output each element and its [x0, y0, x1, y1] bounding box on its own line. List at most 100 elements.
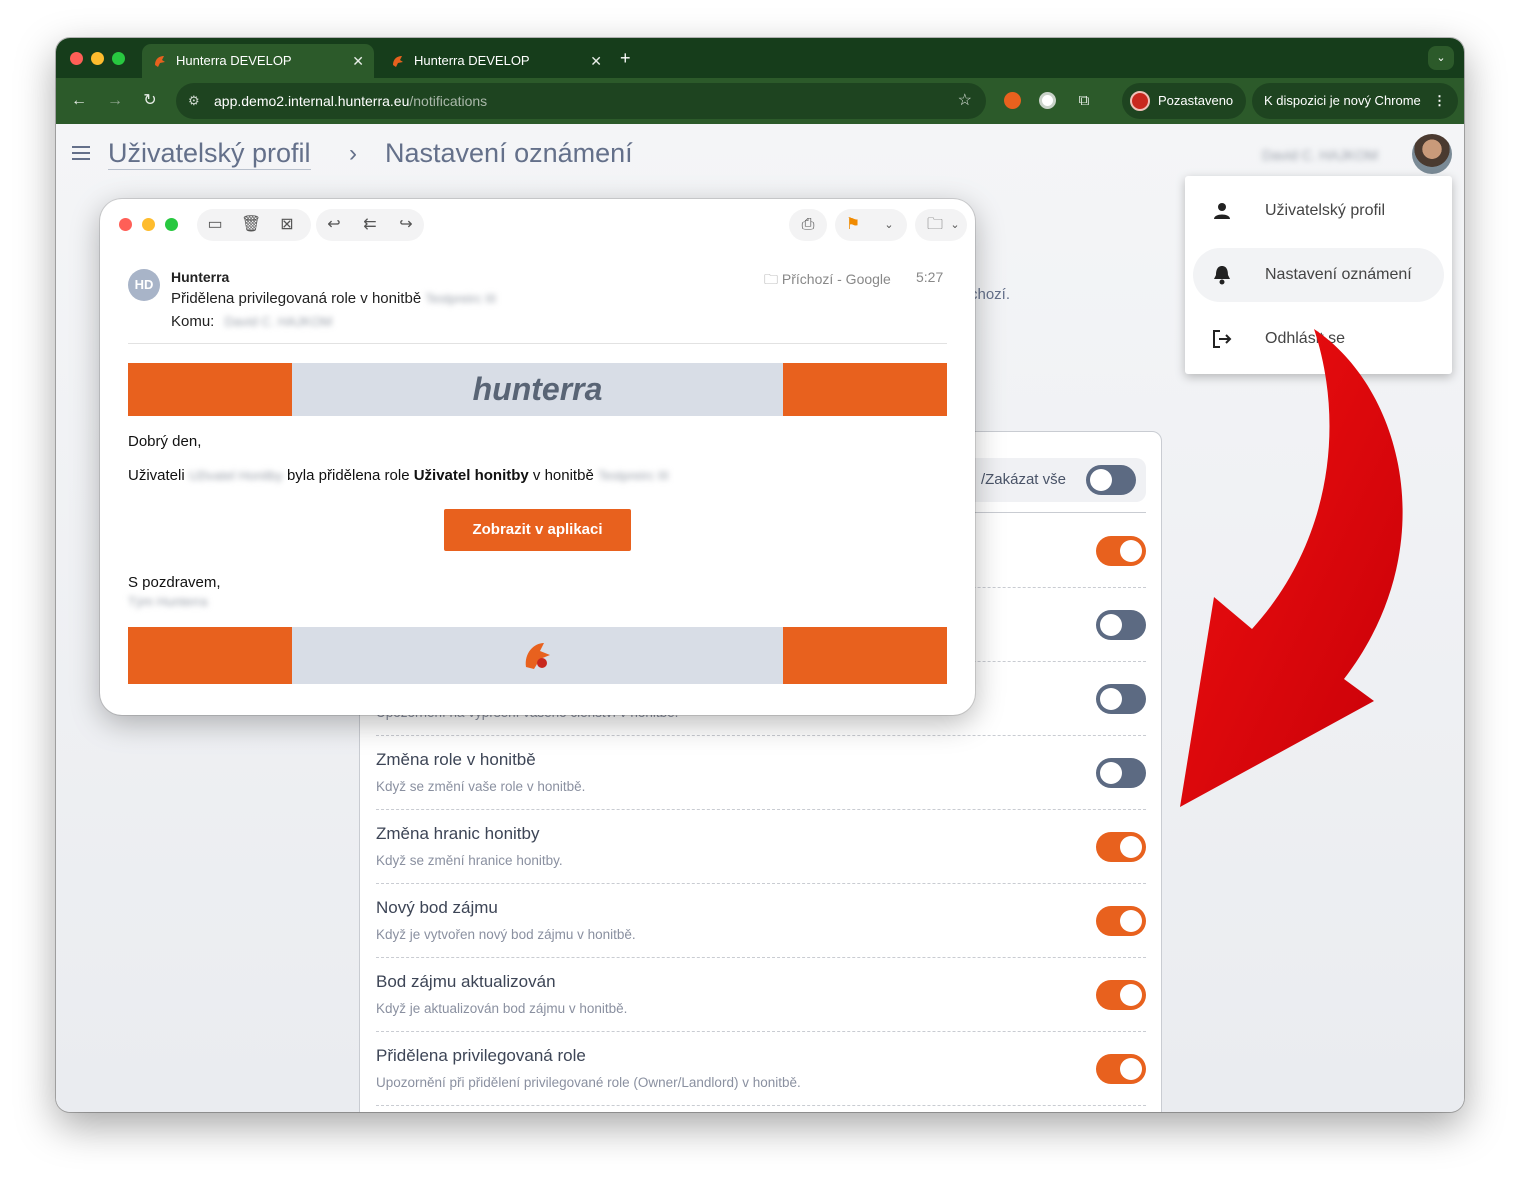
- notification-toggle[interactable]: [1096, 980, 1146, 1010]
- extension-icon[interactable]: [1004, 92, 1021, 109]
- hamburger-menu-icon[interactable]: [72, 146, 90, 160]
- tab-title: Hunterra DEVELOP: [176, 53, 292, 68]
- notification-toggle[interactable]: [1096, 1054, 1146, 1084]
- email-time: 5:27: [916, 269, 944, 285]
- email-subject: Přidělena privilegovaná role v honitbě T…: [171, 290, 497, 307]
- print-icon: ⎙: [801, 216, 815, 233]
- description-text: chozí.: [970, 286, 1011, 303]
- trash-icon[interactable]: 🗑: [241, 216, 261, 234]
- archive-delete-group: ▭ 🗑 ⊠: [197, 209, 311, 241]
- notification-row: Změna hranic honitby Když se změní hranic…: [376, 810, 1146, 884]
- email-recipient: Komu: David C. HAJKOM: [171, 313, 333, 330]
- extensions-puzzle-icon[interactable]: ⧉: [1073, 90, 1095, 112]
- address-bar[interactable]: ⚙ app.demo2.internal.hunterra.eu/notific…: [176, 83, 986, 119]
- update-label: K dispozici je nový Chrome: [1264, 93, 1421, 108]
- breadcrumb-user-profile[interactable]: Uživatelský profil: [108, 138, 311, 170]
- notification-description: Když se změní hranice honitby.: [376, 853, 563, 868]
- url-path: /notifications: [409, 93, 488, 109]
- notification-title: Přidělena privilegovaná role: [376, 1046, 586, 1065]
- reply-group: ↩ ⇇ ↪: [316, 209, 424, 241]
- reply-icon[interactable]: ↩: [324, 216, 344, 234]
- more-menu-icon[interactable]: ⋮: [1433, 83, 1446, 119]
- zoom-window-button[interactable]: [112, 52, 125, 65]
- reload-icon[interactable]: ↻: [139, 90, 161, 112]
- divider: [128, 343, 947, 344]
- sender-avatar: HD: [128, 269, 160, 301]
- site-settings-icon[interactable]: ⚙: [188, 83, 200, 119]
- notification-description: Když je aktualizován bod zájmu v honitbě…: [376, 1001, 628, 1016]
- notification-toggle[interactable]: [1096, 536, 1146, 566]
- archive-icon[interactable]: ▭: [205, 216, 225, 234]
- close-tab-icon[interactable]: ✕: [590, 44, 602, 78]
- chrome-update-button[interactable]: K dispozici je nový Chrome ⋮: [1252, 83, 1458, 119]
- user-avatar[interactable]: [1412, 134, 1452, 174]
- notification-title: Změna hranic honitby: [376, 824, 540, 843]
- move-folder-button[interactable]: 🗀 ⌄: [915, 209, 967, 241]
- junk-icon[interactable]: ⊠: [277, 216, 297, 234]
- forward-icon[interactable]: ↪: [396, 216, 416, 234]
- forward-arrow-icon[interactable]: →: [104, 90, 126, 112]
- minimize-mail-button[interactable]: [142, 218, 155, 231]
- chevron-down-icon[interactable]: ⌄: [879, 216, 899, 234]
- notification-row: Změna role v honitbě Když se změní vaše r…: [376, 736, 1146, 810]
- notification-row: Bod zájmu aktualizován Když je aktualizov…: [376, 958, 1146, 1032]
- flag-button[interactable]: ⚑ ⌄: [835, 209, 907, 241]
- new-tab-button[interactable]: +: [620, 48, 631, 69]
- page-title: Nastavení oznámení: [385, 138, 633, 168]
- hunterra-mascot-icon: [525, 643, 550, 669]
- print-button[interactable]: ⎙: [789, 209, 827, 241]
- hunterra-logo: hunterra: [292, 363, 783, 416]
- notification-title: Změna role v honitbě: [376, 750, 536, 769]
- menu-item-label: Uživatelský profil: [1265, 202, 1386, 219]
- browser-toolbar: ← → ↻ ⚙ app.demo2.internal.hunterra.eu/n…: [56, 78, 1464, 124]
- sender-name: Hunterra: [171, 269, 230, 285]
- compass-extension-icon[interactable]: [1039, 92, 1056, 109]
- email-greeting: Dobrý den,: [128, 433, 202, 450]
- toggle-all-switch[interactable]: [1086, 465, 1136, 495]
- folder-icon: 🗀: [764, 271, 778, 287]
- bell-icon: [1214, 266, 1230, 285]
- back-arrow-icon[interactable]: ←: [68, 90, 90, 112]
- breadcrumb-chevron-icon: ›: [349, 140, 357, 167]
- menu-item-label: Nastavení oznámení: [1265, 266, 1412, 283]
- close-tab-icon[interactable]: ✕: [352, 44, 364, 78]
- tab-hunterra-2[interactable]: Hunterra DEVELOP ✕: [380, 44, 612, 78]
- email-signature: Tým Hunterra: [128, 594, 208, 609]
- reply-all-icon[interactable]: ⇇: [360, 216, 380, 234]
- tab-title: Hunterra DEVELOP: [414, 53, 530, 68]
- email-banner-header: hunterra: [128, 363, 947, 416]
- hunterra-favicon-icon: [155, 56, 165, 67]
- email-body-text: Uživateli Uživatel Honitby byla přidělen…: [128, 467, 669, 484]
- menu-item-notification-settings[interactable]: Nastavení oznámení: [1193, 248, 1444, 302]
- tab-hunterra-1[interactable]: Hunterra DEVELOP ✕: [142, 44, 374, 78]
- profile-paused-button[interactable]: Pozastaveno: [1122, 83, 1246, 119]
- notification-toggle[interactable]: [1096, 758, 1146, 788]
- notification-title: Nový bod zájmu: [376, 898, 498, 917]
- user-name: David C. HAJKOM: [1262, 147, 1378, 163]
- person-icon: [1214, 203, 1230, 219]
- notification-description: Když je vytvořen nový bod zájmu v honitb…: [376, 927, 636, 942]
- notification-toggle[interactable]: [1096, 906, 1146, 936]
- tab-search-chevron-icon[interactable]: ⌄: [1428, 46, 1454, 70]
- hunterra-favicon-icon: [393, 56, 403, 67]
- notification-row: Nový bod zájmu Když je vytvořen nový bod …: [376, 884, 1146, 958]
- profile-avatar-icon: [1130, 91, 1150, 111]
- notification-toggle[interactable]: [1096, 684, 1146, 714]
- menu-item-user-profile[interactable]: Uživatelský profil: [1193, 184, 1444, 238]
- url-domain: app.demo2.internal.hunterra.eu: [214, 93, 410, 109]
- open-in-app-button[interactable]: Zobrazit v aplikaci: [444, 509, 631, 551]
- minimize-window-button[interactable]: [91, 52, 104, 65]
- bookmark-star-icon[interactable]: ☆: [958, 83, 972, 119]
- chevron-down-icon: ⌄: [950, 219, 960, 231]
- paused-label: Pozastaveno: [1158, 93, 1234, 108]
- zoom-mail-button[interactable]: [165, 218, 178, 231]
- notification-toggle[interactable]: [1096, 610, 1146, 640]
- notification-row: Přidělena privilegovaná role Upozornění p…: [376, 1032, 1146, 1106]
- tab-bar: Hunterra DEVELOP ✕ Hunterra DEVELOP ✕ + …: [56, 38, 1464, 78]
- notification-toggle[interactable]: [1096, 832, 1146, 862]
- close-window-button[interactable]: [70, 52, 83, 65]
- close-mail-button[interactable]: [119, 218, 132, 231]
- flag-icon: ⚑: [845, 216, 861, 233]
- toggle-all-label: /Zakázat vše: [980, 471, 1066, 488]
- notification-description: Upozornění při přidělení privilegované r…: [376, 1075, 801, 1090]
